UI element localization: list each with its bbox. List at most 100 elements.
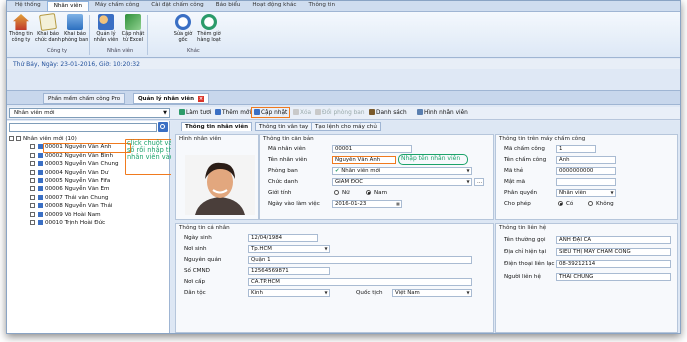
checkbox[interactable] xyxy=(30,177,35,183)
tree-item[interactable]: 00008 Nguyễn Văn Thái xyxy=(9,202,167,210)
doc-tab-home[interactable]: Phần mềm chấm công Pro xyxy=(43,93,126,104)
position-select[interactable]: GIÁM ĐỐC ▼ xyxy=(332,178,472,186)
person-icon xyxy=(38,177,43,183)
chevron-down-icon: ▼ xyxy=(466,168,470,173)
employee-id-field[interactable]: 00001 xyxy=(332,145,412,153)
department-value: Nhân viên mới xyxy=(341,168,381,174)
checkbox[interactable] xyxy=(30,169,35,175)
allow-label: Cho phép xyxy=(504,201,531,207)
gender-female-radio[interactable] xyxy=(334,190,339,195)
ribbon-tab-attendance-settings[interactable]: Cài đặt chấm công xyxy=(145,1,210,11)
tree-item[interactable]: 00010 Trịnh Hoài Đức xyxy=(9,219,167,227)
tree-item-label: 00004 Nguyễn Văn Dư xyxy=(45,169,109,176)
save-icon xyxy=(254,109,260,115)
department-button[interactable]: Khai báo phòng ban xyxy=(61,14,89,43)
clock-add-icon xyxy=(201,14,217,30)
allow-yes-radio[interactable] xyxy=(558,201,563,206)
tree-item[interactable]: 00005 Nguyễn Văn Fifa xyxy=(9,177,167,185)
delete-button[interactable]: Xóa xyxy=(291,109,313,116)
contact-person-field[interactable]: THÁI CHUNG xyxy=(556,273,671,281)
phone-field[interactable]: 08-39212114 xyxy=(556,260,671,268)
search-button[interactable] xyxy=(158,122,168,132)
attendance-name-field[interactable]: Anh xyxy=(556,156,616,164)
ethnicity-select[interactable]: Kinh ▼ xyxy=(248,289,330,297)
tree-item[interactable]: 00007 Thái văn Chung xyxy=(9,194,167,202)
nationality-label: Quốc tịch xyxy=(356,290,383,296)
ribbon-tab-reports[interactable]: Báo biểu xyxy=(210,1,247,11)
more-button[interactable]: ... xyxy=(474,178,484,186)
checkbox[interactable] xyxy=(30,161,35,167)
checkbox[interactable] xyxy=(30,144,35,150)
expand-icon[interactable] xyxy=(9,136,14,141)
update-button[interactable]: Cập nhật xyxy=(251,107,291,118)
nickname-field[interactable]: ANH ĐẠI CA xyxy=(556,236,671,244)
checkbox[interactable] xyxy=(30,152,35,158)
excel-update-button[interactable]: Cập nhật từ Excel xyxy=(119,14,147,43)
permission-select[interactable]: Nhân viên ▼ xyxy=(556,189,616,197)
add-new-button[interactable]: Thêm mới xyxy=(213,109,253,116)
tree-item[interactable]: 00009 Võ Hoài Nam xyxy=(9,211,167,219)
ribbon-tab-devices[interactable]: Máy chấm công xyxy=(89,1,145,11)
checkbox[interactable] xyxy=(30,186,35,192)
department-filter-select[interactable]: Nhân viên mới ▼ xyxy=(9,108,170,118)
employee-name-field[interactable]: Nguyễn Văn Anh xyxy=(332,156,396,164)
employee-photo[interactable] xyxy=(185,155,255,215)
person-icon xyxy=(38,186,43,192)
calendar-icon[interactable]: ▦ xyxy=(395,201,401,207)
department-label: Khai báo phòng ban xyxy=(61,31,89,43)
department-select[interactable]: ✔ Nhân viên mới ▼ xyxy=(332,167,472,175)
ribbon-tab-other[interactable]: Hoạt động khác xyxy=(246,1,302,11)
issue-place-field[interactable]: CA.TP.HCM xyxy=(248,278,472,286)
job-title-label: Khai báo chức danh xyxy=(34,31,61,43)
group-employees-label: Nhân viên xyxy=(107,48,134,54)
checkbox[interactable] xyxy=(30,203,35,209)
date-time-bar: Thứ Bảy, Ngày: 23-01-2016, Giờ: 10:20:32 xyxy=(7,59,680,69)
tree-item[interactable]: 00006 Nguyễn Văn Em xyxy=(9,185,167,193)
checkbox[interactable] xyxy=(30,194,35,200)
ribbon-tab-info[interactable]: Thông tin xyxy=(302,1,341,11)
manage-employees-button[interactable]: Quản lý nhân viên xyxy=(92,14,120,43)
id-number-field[interactable]: 12564569871 xyxy=(248,267,330,275)
tab-device-commands[interactable]: Tạo lệnh cho máy chủ xyxy=(311,122,381,131)
nationality-select[interactable]: Việt Nam ▼ xyxy=(392,289,472,297)
ribbon-tab-employees[interactable]: Nhân viên xyxy=(46,1,90,11)
allow-no-radio[interactable] xyxy=(588,201,593,206)
refresh-label: Làm tươi xyxy=(186,110,212,116)
checkbox[interactable] xyxy=(30,219,35,225)
close-icon[interactable]: × xyxy=(197,96,204,102)
card-number-field[interactable]: 0000000000 xyxy=(556,167,616,175)
ribbon-tab-system[interactable]: Hệ thống xyxy=(9,1,47,11)
contact-info-title: Thông tin liên hệ xyxy=(499,225,547,231)
birth-place-select[interactable]: Tp.HCM ▼ xyxy=(248,245,330,253)
gender-male-radio[interactable] xyxy=(366,190,371,195)
refresh-icon xyxy=(179,109,185,115)
job-title-button[interactable]: Khai báo chức danh xyxy=(34,12,62,43)
company-info-button[interactable]: Thông tin công ty xyxy=(7,14,35,43)
personal-info-title: Thông tin cá nhân xyxy=(179,225,230,231)
refresh-button[interactable]: Làm tươi xyxy=(177,109,213,116)
doc-tab-employee-management[interactable]: Quản lý nhân viên × xyxy=(133,93,209,104)
permission-value: Nhân viên xyxy=(559,190,587,196)
list-button[interactable]: Danh sách xyxy=(367,109,409,116)
hometown-label: Nguyên quán xyxy=(184,257,222,263)
checkbox[interactable] xyxy=(16,136,21,141)
checkbox[interactable] xyxy=(30,211,35,217)
attendance-id-field[interactable]: 1 xyxy=(556,145,596,153)
employee-form: Thông tin nhân viên Thông tin vân tay Tạ… xyxy=(171,121,680,333)
tab-employee-info[interactable]: Thông tin nhân viên xyxy=(181,122,253,131)
employee-photo-button[interactable]: Hình nhân viên xyxy=(415,109,470,116)
search-input[interactable] xyxy=(9,123,157,132)
birth-date-field[interactable]: 12/04/1984 xyxy=(248,234,318,242)
change-department-button[interactable]: Đổi phòng ban xyxy=(313,109,367,116)
edit-original-time-button[interactable]: Sửa giờ gốc xyxy=(169,14,197,43)
tab-fingerprint[interactable]: Thông tin vân tay xyxy=(255,122,313,131)
address-field[interactable]: SIÊU THỊ MÁY CHẤM CÔNG xyxy=(556,248,671,256)
gender-label: Giới tính xyxy=(268,190,292,196)
password-field[interactable] xyxy=(556,178,616,186)
start-date-field[interactable]: 2016-01-23 ▦ xyxy=(332,200,402,208)
birth-date-label: Ngày sinh xyxy=(184,235,212,241)
attendance-name-label: Tên chấm công xyxy=(504,157,547,163)
password-label: Mật mã xyxy=(504,179,526,185)
bulk-add-time-button[interactable]: Thêm giờ hàng loạt xyxy=(195,14,223,43)
hometown-field[interactable]: Quận 1 xyxy=(248,256,472,264)
